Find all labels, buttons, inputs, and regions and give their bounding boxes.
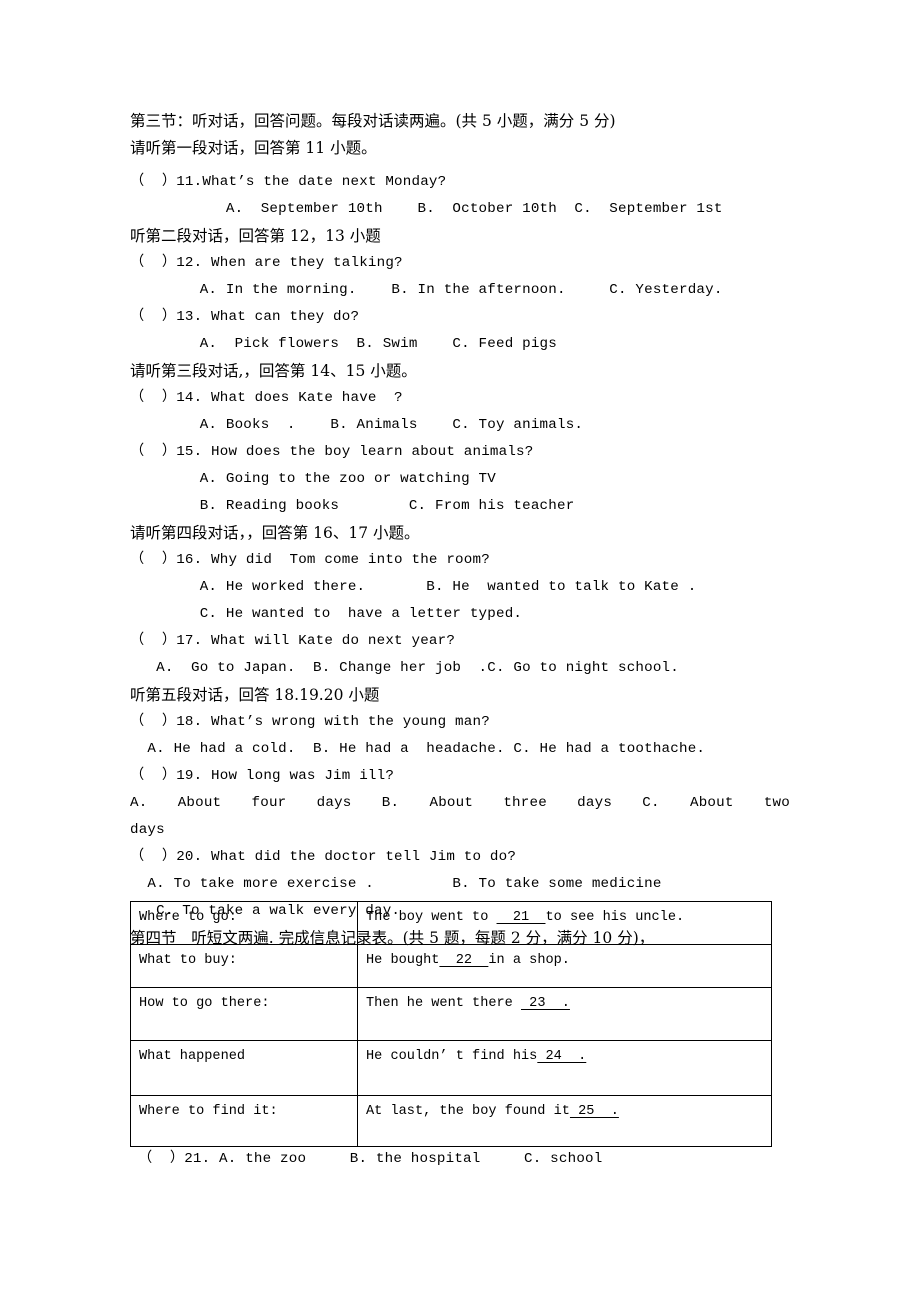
dialog3-instruction: 请听第三段对话,，回答第 14、15 小题。 bbox=[130, 362, 417, 380]
answer-blank-23: 23 . bbox=[521, 996, 570, 1011]
value-text-after: to see his uncle. bbox=[545, 910, 685, 925]
dialog2-instruction: 听第二段对话，回答第 12，13 小题 bbox=[130, 227, 381, 245]
value-text-before: At last, the boy found it bbox=[366, 1104, 570, 1119]
table-cell-value: At last, the boy found it 25 . bbox=[357, 1095, 772, 1147]
question-15-option-a: A. Going to the zoo or watching TV bbox=[130, 471, 496, 487]
value-text-before: Then he went there bbox=[366, 996, 521, 1011]
table-cell-label: What to buy: bbox=[130, 944, 358, 988]
information-record-table: Where to go: The boy went to 21 to see h… bbox=[130, 901, 772, 1147]
table-row: How to go there: Then he went there 23 . bbox=[130, 987, 772, 1041]
question-19-options-overflow: days bbox=[130, 822, 165, 838]
question-19-options: A. About four days B. About three days C… bbox=[130, 795, 790, 811]
question-21: （ ）21. A. the zoo B. the hospital C. sch… bbox=[138, 1151, 603, 1167]
table-row: Where to go: The boy went to 21 to see h… bbox=[130, 901, 772, 945]
table-row: Where to find it: At last, the boy found… bbox=[130, 1095, 772, 1147]
dialog1-instruction: 请听第一段对话，回答第 11 小题。 bbox=[130, 139, 377, 157]
table-cell-value: The boy went to 21 to see his uncle. bbox=[357, 901, 772, 945]
question-18-options: A. He had a cold. B. He had a headache. … bbox=[130, 741, 706, 757]
question-17: （ ）17. What will Kate do next year? bbox=[130, 633, 456, 649]
value-text-before: The boy went to bbox=[366, 910, 497, 925]
table-row: What to buy: He bought 22 in a shop. bbox=[130, 944, 772, 988]
table-cell-value: He bought 22 in a shop. bbox=[357, 944, 772, 988]
exam-paper-page: 第三节：听对话，回答问题。每段对话读两遍。(共 5 小题，满分 5 分) 请听第… bbox=[0, 0, 920, 1302]
table-cell-value: He couldn’ t find his 24 . bbox=[357, 1040, 772, 1096]
question-14: （ ）14. What does Kate have ? bbox=[130, 390, 403, 406]
question-12-options: A. In the morning. B. In the afternoon. … bbox=[130, 282, 723, 298]
value-text-before: He couldn’ t find his bbox=[366, 1049, 538, 1064]
question-20: （ ）20. What did the doctor tell Jim to d… bbox=[130, 849, 517, 865]
dialog5-instruction: 听第五段对话，回答 18.19.20 小题 bbox=[130, 686, 380, 704]
question-16-options-ab: A. He worked there. B. He wanted to talk… bbox=[130, 579, 697, 595]
question-11: （ ）11.What’s the date next Monday? bbox=[130, 174, 447, 190]
question-18: （ ）18. What’s wrong with the young man? bbox=[130, 714, 490, 730]
question-17-options: A. Go to Japan. B. Change her job .C. Go… bbox=[130, 660, 679, 676]
question-13-options: A. Pick flowers B. Swim C. Feed pigs bbox=[130, 336, 557, 352]
dialog4-instruction: 请听第四段对话，，回答第 16、17 小题。 bbox=[130, 524, 420, 542]
question-20-options-ab: A. To take more exercise . B. To take so… bbox=[130, 876, 662, 892]
table-cell-label: Where to go: bbox=[130, 901, 358, 945]
question-14-options: A. Books . B. Animals C. Toy animals. bbox=[130, 417, 584, 433]
table-cell-label: How to go there: bbox=[130, 987, 358, 1041]
value-text-after: in a shop. bbox=[488, 953, 570, 968]
question-16-option-c: C. He wanted to have a letter typed. bbox=[130, 606, 523, 622]
section3-heading: 第三节：听对话，回答问题。每段对话读两遍。(共 5 小题，满分 5 分) bbox=[130, 112, 616, 130]
table-cell-label: Where to find it: bbox=[130, 1095, 358, 1147]
answer-blank-25: 25 . bbox=[569, 1104, 619, 1119]
value-text-before: He bought bbox=[366, 953, 440, 968]
answer-blank-22: 22 bbox=[439, 953, 489, 968]
question-15: （ ）15. How does the boy learn about anim… bbox=[130, 444, 534, 460]
question-16: （ ）16. Why did Tom come into the room? bbox=[130, 552, 490, 568]
question-body: 第三节：听对话，回答问题。每段对话读两遍。(共 5 小题，满分 5 分) 请听第… bbox=[130, 108, 790, 952]
question-11-options: A. September 10th B. October 10th C. Sep… bbox=[130, 201, 723, 217]
question-13: （ ）13. What can they do? bbox=[130, 309, 360, 325]
answer-blank-21: 21 bbox=[496, 910, 546, 925]
table-cell-value: Then he went there 23 . bbox=[357, 987, 772, 1041]
question-15-option-bc: B. Reading books C. From his teacher bbox=[130, 498, 575, 514]
table-cell-label: What happened bbox=[130, 1040, 358, 1096]
answer-blank-24: 24 . bbox=[537, 1049, 587, 1064]
question-19: （ ）19. How long was Jim ill? bbox=[130, 768, 395, 784]
question-12: （ ）12. When are they talking? bbox=[130, 255, 403, 271]
table-row: What happened He couldn’ t find his 24 . bbox=[130, 1040, 772, 1096]
